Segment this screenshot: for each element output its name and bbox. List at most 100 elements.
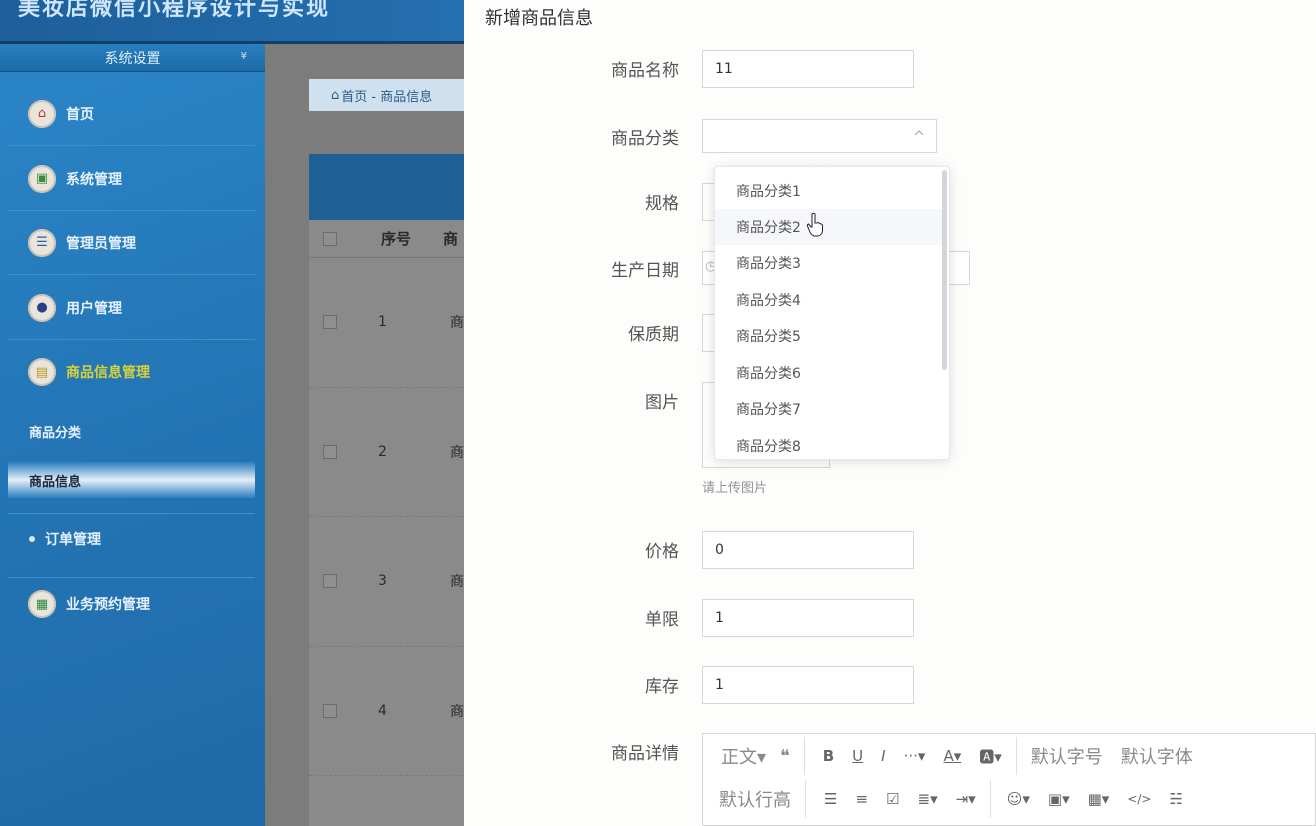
sidebar-header-label: 系统设置 bbox=[104, 50, 161, 67]
dropdown-option[interactable]: 商品分类4 bbox=[715, 282, 943, 318]
image-hint: 请上传图片 bbox=[702, 481, 768, 496]
dropdown-option[interactable]: 商品分类2 bbox=[715, 209, 943, 245]
home-icon: ⌂ bbox=[331, 87, 340, 103]
editor-toolbar-row-1: 正文▾ ❝ B U I ···▾ A▾ 🅰▾ 默认字号 默认字体 bbox=[703, 734, 1316, 778]
more-icon[interactable]: ···▾ bbox=[904, 747, 926, 765]
column-header: 商 bbox=[443, 230, 459, 248]
toolbar-divider bbox=[989, 780, 991, 818]
table-icon[interactable]: ▦▾ bbox=[1088, 790, 1110, 808]
sidebar-item-booking[interactable]: ▦ 业务预约管理 bbox=[8, 572, 255, 636]
price-input[interactable]: 0 bbox=[702, 531, 914, 569]
sidebar-item-system[interactable]: ▣ 系统管理 bbox=[8, 147, 255, 211]
detail-label: 商品详情 bbox=[611, 744, 679, 764]
column-header: 序号 bbox=[381, 230, 412, 248]
sidebar-subitem-category[interactable]: 商品分类 bbox=[8, 413, 255, 449]
goods-icon: ▤ bbox=[28, 358, 56, 386]
sidebar-item-orders[interactable]: 订单管理 bbox=[8, 521, 255, 557]
sidebar-item-label: 用户管理 bbox=[66, 300, 122, 317]
indent-icon[interactable]: ⇥▾ bbox=[956, 790, 976, 808]
toolbar-divider bbox=[803, 737, 805, 775]
row-checkbox[interactable] bbox=[323, 703, 337, 718]
paragraph-format-button[interactable]: 正文▾ bbox=[721, 743, 766, 769]
sidebar-item-label: 系统管理 bbox=[66, 171, 122, 188]
row-checkbox[interactable] bbox=[323, 315, 337, 330]
font-family-select[interactable]: 默认字体 bbox=[1121, 743, 1193, 769]
chevron-up-icon bbox=[914, 130, 924, 136]
code-icon[interactable]: </> bbox=[1127, 792, 1151, 806]
row-number: 1 bbox=[378, 314, 387, 331]
row-name: 商 bbox=[450, 703, 464, 720]
bullet-list-icon[interactable]: ☰ bbox=[824, 790, 837, 808]
sidebar-header[interactable]: 系统设置 ¥ bbox=[0, 44, 265, 72]
breadcrumb-text[interactable]: 首页 - 商品信息 bbox=[341, 86, 432, 105]
user-icon: ● bbox=[28, 293, 56, 322]
image-icon[interactable]: ▣▾ bbox=[1048, 790, 1070, 808]
toolbar-divider bbox=[805, 780, 806, 818]
italic-icon[interactable]: I bbox=[881, 747, 885, 765]
row-name: 商 bbox=[450, 315, 464, 332]
background-color-icon[interactable]: 🅰▾ bbox=[979, 746, 1002, 767]
emoji-label: ☺ bbox=[1006, 790, 1023, 808]
stock-label: 库存 bbox=[645, 677, 679, 697]
system-icon: ▣ bbox=[28, 164, 56, 193]
background-color-label: 🅰 bbox=[979, 747, 995, 766]
dropdown-option[interactable]: 商品分类3 bbox=[715, 245, 943, 281]
name-label: 商品名称 bbox=[611, 61, 679, 81]
underline-icon[interactable]: U bbox=[852, 747, 863, 765]
dropdown-scrollbar[interactable] bbox=[942, 170, 947, 370]
sidebar: 系统设置 ¥ ⌂ 首页 ▣ 系统管理 ☰ 管理员管理 ● 用户管理 ▤ 商品信息… bbox=[0, 44, 265, 826]
home-icon: ⌂ bbox=[28, 99, 56, 128]
sidebar-item-users[interactable]: ● 用户管理 bbox=[8, 276, 255, 340]
rich-text-editor[interactable]: 正文▾ ❝ B U I ···▾ A▾ 🅰▾ 默认字号 默认字体 默认行高 ☰ … bbox=[702, 733, 1316, 826]
sidebar-item-admin[interactable]: ☰ 管理员管理 bbox=[8, 211, 255, 275]
sidebar-item-home[interactable]: ⌂ 首页 bbox=[8, 82, 255, 146]
shelf-life-label: 保质期 bbox=[628, 325, 679, 345]
font-color-label: A bbox=[943, 747, 954, 765]
limit-input[interactable]: 1 bbox=[702, 599, 914, 637]
image-label: 图片 bbox=[645, 393, 679, 413]
select-all-checkbox[interactable] bbox=[323, 231, 337, 246]
sidebar-item-label: 首页 bbox=[66, 106, 94, 123]
indent-label: ⇥ bbox=[955, 790, 969, 808]
category-label: 商品分类 bbox=[611, 129, 679, 149]
font-color-icon[interactable]: A▾ bbox=[943, 747, 961, 765]
todo-icon[interactable]: ☑ bbox=[886, 790, 899, 808]
stock-input[interactable]: 1 bbox=[702, 666, 914, 704]
limit-label: 单限 bbox=[645, 610, 679, 630]
hand-cursor-icon bbox=[806, 212, 823, 237]
admin-icon: ☰ bbox=[28, 228, 56, 257]
sidebar-item-goods[interactable]: ▤ 商品信息管理 bbox=[8, 340, 255, 404]
sidebar-item-label: 商品信息管理 bbox=[66, 365, 150, 381]
sidebar-item-label: 订单管理 bbox=[45, 532, 101, 548]
paragraph-format-label: 正文 bbox=[721, 747, 757, 768]
quote-icon[interactable]: ❝ bbox=[780, 746, 790, 767]
row-number: 3 bbox=[378, 573, 387, 590]
dropdown-option[interactable]: 商品分类1 bbox=[715, 173, 943, 209]
editor-toolbar-row-2: 默认行高 ☰ ≡ ☑ ≣▾ ⇥▾ ☺▾ ▣▾ ▦▾ </> ☵ bbox=[703, 777, 1316, 821]
numbered-list-icon[interactable]: ≡ bbox=[855, 790, 868, 808]
divider-icon[interactable]: ☵ bbox=[1169, 790, 1182, 808]
name-input[interactable]: 11 bbox=[702, 50, 914, 88]
category-select[interactable] bbox=[702, 119, 937, 153]
align-icon[interactable]: ≣▾ bbox=[917, 790, 937, 808]
row-checkbox[interactable] bbox=[323, 574, 337, 589]
row-name: 商 bbox=[450, 444, 464, 461]
dialog-title: 新增商品信息 bbox=[485, 8, 593, 29]
spec-label: 规格 bbox=[645, 194, 679, 214]
dropdown-option[interactable]: 商品分类7 bbox=[715, 391, 943, 427]
row-number: 2 bbox=[378, 443, 387, 460]
row-checkbox[interactable] bbox=[323, 444, 337, 459]
sidebar-divider bbox=[8, 449, 255, 514]
dropdown-option[interactable]: 商品分类5 bbox=[715, 318, 943, 354]
bold-icon[interactable]: B bbox=[823, 747, 834, 765]
dropdown-option[interactable]: 商品分类6 bbox=[715, 355, 943, 391]
align-label: ≣ bbox=[917, 790, 931, 808]
toolbar-divider bbox=[1015, 737, 1017, 775]
font-size-select[interactable]: 默认字号 bbox=[1031, 743, 1103, 769]
dropdown-option[interactable]: 商品分类8 bbox=[715, 428, 943, 459]
row-name: 商 bbox=[450, 574, 464, 591]
line-height-select[interactable]: 默认行高 bbox=[719, 786, 791, 812]
app-title: 美妆店微信小程序设计与实现 bbox=[18, 0, 331, 21]
emoji-icon[interactable]: ☺▾ bbox=[1007, 790, 1030, 808]
image-insert-label: ▣ bbox=[1047, 790, 1063, 808]
